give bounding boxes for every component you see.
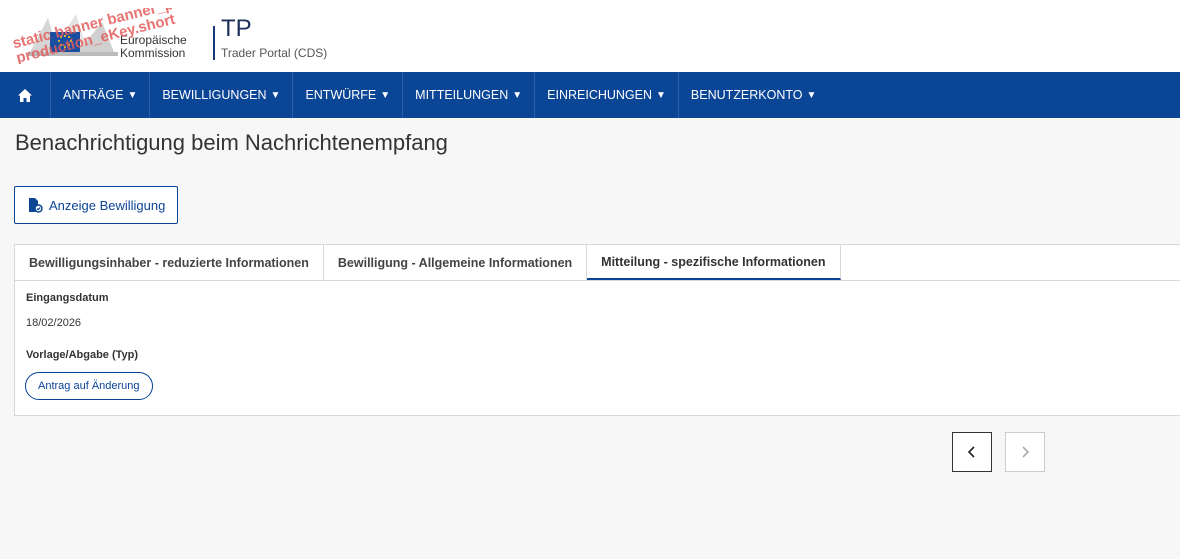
tab-holder-info[interactable]: Bewilligungsinhaber - reduzierte Informa… (15, 245, 324, 280)
view-permit-button[interactable]: Anzeige Bewilligung (14, 186, 179, 224)
nav-item-mitteilungen[interactable]: MITTEILUNGEN ▼ (403, 72, 536, 118)
receipt-date-label: Eingangsdatum (26, 292, 109, 304)
caret-down-icon: ▼ (127, 89, 138, 101)
details-panel: Bewilligungsinhaber - reduzierte Informa… (14, 244, 1180, 416)
view-permit-label: Anzeige Bewilligung (49, 197, 166, 213)
home-icon (18, 88, 32, 102)
page-title: Benachrichtigung beim Nachrichtenempfang (15, 130, 448, 155)
submission-type-label: Vorlage/Abgabe (Typ) (26, 349, 139, 361)
nav-item-label: ENTWÜRFE (305, 88, 377, 102)
document-check-icon (29, 198, 43, 213)
nav-item-label: BENUTZERKONTO (690, 88, 803, 102)
tab-specific-info[interactable]: Mitteilung - spezifische Informationen (587, 245, 841, 280)
previous-page-button[interactable] (952, 432, 992, 472)
top-header: Europäische Kommission static banner ban… (0, 0, 1180, 72)
tab-label: Bewilligung - Allgemeine Informationen (337, 255, 573, 270)
app-subtitle: Trader Portal (CDS) (221, 46, 328, 60)
chevron-left-icon (967, 446, 975, 458)
caret-down-icon: ▼ (512, 89, 523, 101)
tab-label: Bewilligungsinhaber - reduzierte Informa… (29, 255, 309, 270)
main-navigation: ANTRÄGE ▼ BEWILLIGUNGEN ▼ ENTWÜRFE ▼ MITTEI… (0, 72, 1180, 118)
caret-down-icon: ▼ (380, 89, 391, 101)
nav-item-einreichungen[interactable]: EINREICHUNGEN ▼ (535, 72, 679, 118)
ec-name-line2: Kommission (120, 46, 186, 60)
caret-down-icon: ▼ (270, 89, 281, 101)
nav-home-button[interactable] (0, 72, 51, 118)
nav-item-bewilligungen[interactable]: BEWILLIGUNGEN ▼ (150, 72, 294, 118)
app-title: TP (221, 15, 252, 42)
caret-down-icon: ▼ (656, 89, 666, 101)
nav-item-label: BEWILLIGUNGEN (162, 88, 267, 102)
chevron-right-icon (1022, 446, 1030, 458)
nav-item-label: EINREICHUNGEN (547, 88, 653, 102)
nav-item-label: MITTEILUNGEN (415, 88, 509, 102)
nav-item-entwuerfe[interactable]: ENTWÜRFE ▼ (293, 72, 404, 118)
receipt-date-value: 18/02/2026 (26, 317, 82, 329)
nav-item-benutzerkonto[interactable]: BENUTZERKONTO ▼ (679, 72, 829, 118)
nav-item-antraege[interactable]: ANTRÄGE ▼ (51, 72, 151, 118)
nav-item-label: ANTRÄGE (63, 88, 124, 102)
caret-down-icon: ▼ (806, 89, 817, 101)
next-page-button[interactable] (1005, 432, 1045, 472)
ec-logo: Europäische Kommission static banner ban… (8, 8, 208, 64)
submission-type-badge: Antrag auf Änderung (25, 372, 153, 400)
tab-label: Mitteilung - spezifische Informationen (601, 254, 826, 269)
tab-general-info[interactable]: Bewilligung - Allgemeine Informationen (324, 245, 588, 280)
title-divider (213, 26, 215, 60)
tab-bar: Bewilligungsinhaber - reduzierte Informa… (15, 245, 1180, 281)
